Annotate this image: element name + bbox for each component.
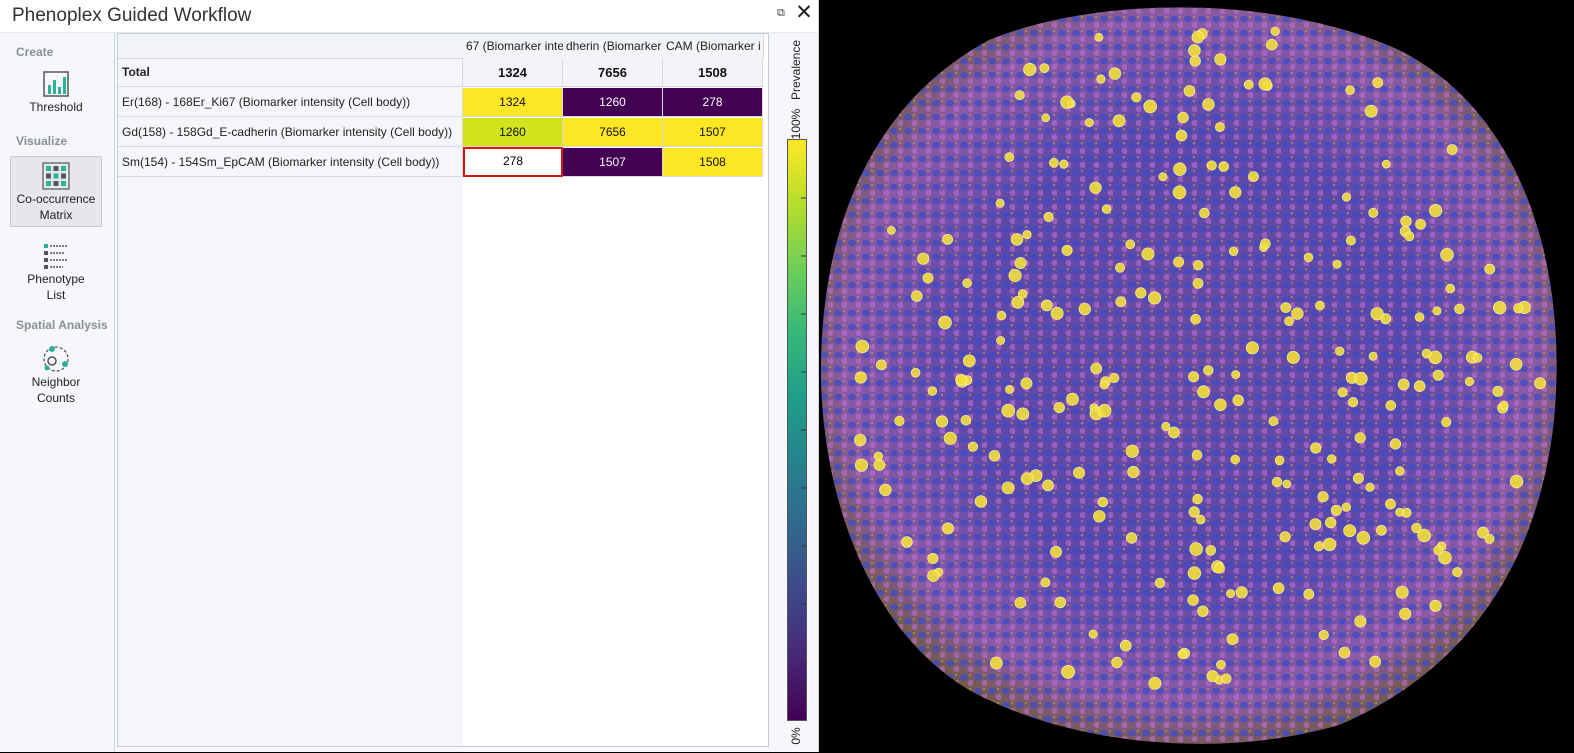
section-create: Create xyxy=(16,45,54,59)
neighbor-counts-button[interactable]: Neighbor Counts xyxy=(10,344,102,412)
scale-gradient-bar xyxy=(787,139,807,721)
row-label-ecadherin: Gd(158) - 158Gd_E-cadherin (Biomarker in… xyxy=(118,118,463,147)
neighbor-label-line1: Neighbor xyxy=(31,375,81,389)
cooccurrence-label-line2: Matrix xyxy=(39,208,73,222)
title-bar: Phenoplex Guided Workflow ⧉ ✕ xyxy=(0,0,818,33)
list-icon xyxy=(44,244,68,269)
phenotype-label-line1: Phenotype xyxy=(27,272,85,286)
scale-max-label: 100% xyxy=(789,108,803,140)
matrix-cell[interactable]: 1260 xyxy=(463,118,563,147)
row-label-epcam: Sm(154) - 154Sm_EpCAM (Biomarker intensi… xyxy=(118,148,463,177)
section-spatial: Spatial Analysis xyxy=(16,318,108,332)
matrix-cell[interactable]: 1507 xyxy=(663,118,763,147)
color-scale: Prevalence 100% 0% xyxy=(779,33,813,752)
scale-min-label: 0% xyxy=(789,727,803,745)
matrix-cell[interactable]: 1508 xyxy=(663,148,763,177)
cooccurrence-matrix-button[interactable]: Co-occurrence Matrix xyxy=(10,156,102,227)
column-header-ecadherin[interactable]: dherin (Biomarker xyxy=(563,34,664,59)
column-header-epcam[interactable]: CAM (Biomarker i xyxy=(663,34,764,59)
bar-chart-icon xyxy=(43,71,69,97)
matrix-cell[interactable]: 278 xyxy=(663,88,763,117)
row-label-ki67: Er(168) - 168Er_Ki67 (Biomarker intensit… xyxy=(118,88,463,117)
matrix-cell[interactable]: 1507 xyxy=(563,148,663,177)
cooccurrence-matrix: 67 (Biomarker inte dherin (Biomarker CAM… xyxy=(117,33,769,747)
matrix-cell[interactable]: 7656 xyxy=(563,118,663,147)
scale-title: Prevalence xyxy=(789,39,803,101)
total-cell: 1508 xyxy=(663,58,763,87)
panel-title: Phenoplex Guided Workflow xyxy=(12,5,252,26)
section-visualize: Visualize xyxy=(16,134,68,148)
neighbor-label-line2: Counts xyxy=(36,391,76,405)
neighbor-circles-icon xyxy=(43,346,69,372)
workflow-nav: Create Threshold Visualize Co-occurrence… xyxy=(0,33,115,752)
grid-matrix-icon xyxy=(42,162,70,190)
cooccurrence-label-line1: Co-occurrence xyxy=(16,192,96,206)
threshold-label: Threshold xyxy=(29,100,83,114)
matrix-cell[interactable]: 1324 xyxy=(463,88,563,117)
dock-icon[interactable]: ⧉ xyxy=(777,7,789,19)
column-header-ki67[interactable]: 67 (Biomarker inte xyxy=(463,34,564,59)
total-row-label: Total xyxy=(118,58,463,87)
tissue-image[interactable] xyxy=(819,0,1574,752)
workflow-panel: Phenoplex Guided Workflow ⧉ ✕ Create Thr… xyxy=(0,0,819,752)
phenotype-list-button[interactable]: Phenotype List xyxy=(10,241,102,305)
phenotype-label-line2: List xyxy=(46,288,66,302)
header-corner xyxy=(118,34,464,59)
matrix-cell-selected[interactable]: 278 xyxy=(463,147,563,177)
close-button[interactable]: ✕ xyxy=(794,2,814,23)
threshold-button[interactable]: Threshold xyxy=(10,69,102,121)
total-cell: 7656 xyxy=(563,58,663,87)
total-cell: 1324 xyxy=(463,58,563,87)
matrix-cell[interactable]: 1260 xyxy=(563,88,663,117)
